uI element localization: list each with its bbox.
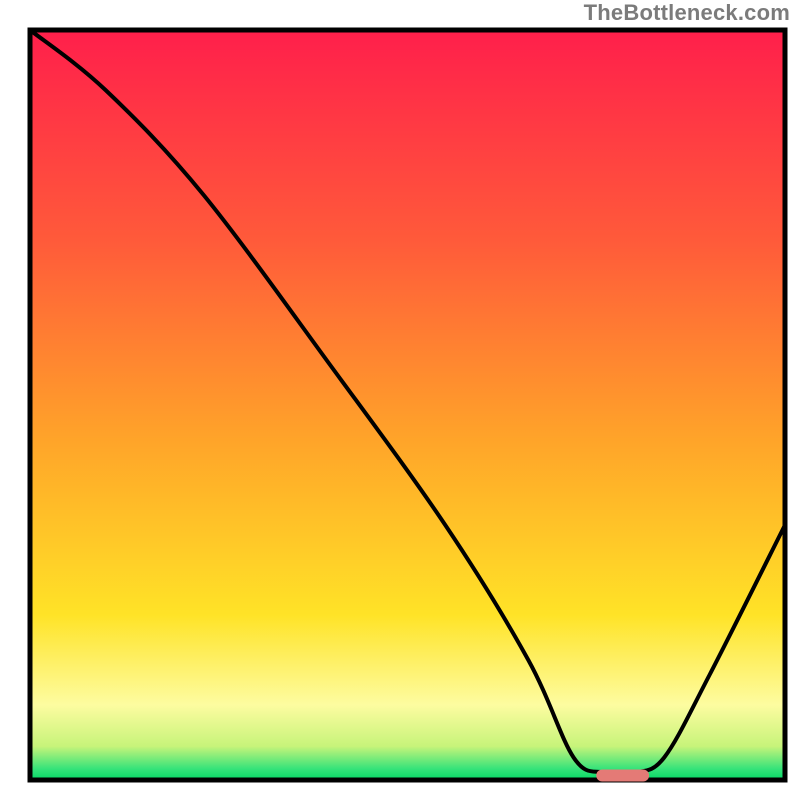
gradient-background bbox=[30, 30, 785, 780]
bottleneck-chart bbox=[0, 0, 800, 800]
optimal-range-marker bbox=[596, 770, 649, 782]
plot-area bbox=[30, 30, 785, 782]
chart-frame: TheBottleneck.com bbox=[0, 0, 800, 800]
